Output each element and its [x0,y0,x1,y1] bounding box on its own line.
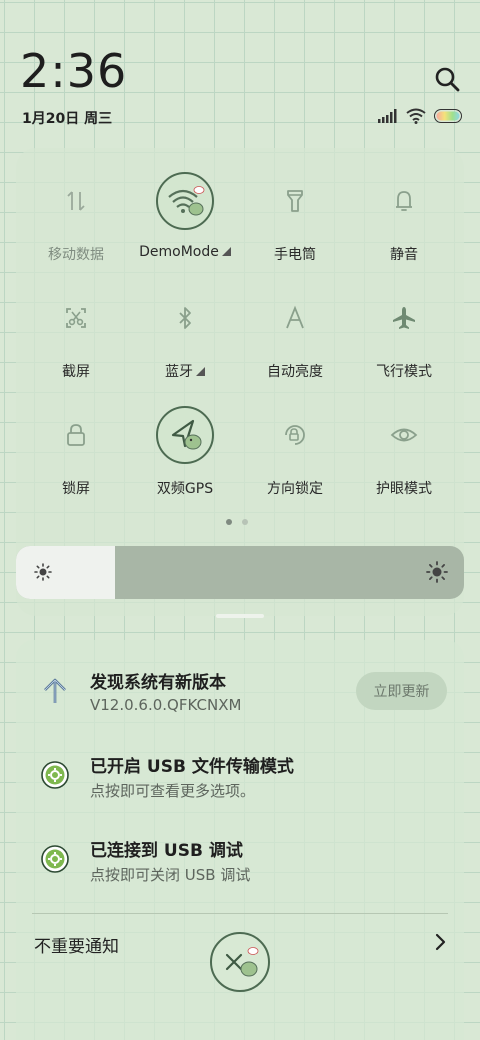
tile-label: 移动数据 [48,247,104,263]
search-icon [435,67,460,92]
tile-label: 飞行模式 [376,364,432,380]
flashlight-icon [287,190,303,212]
notification-subtitle: 点按即可关闭 USB 调试 [90,866,251,884]
clock: 2:36 [20,44,128,98]
eye-icon [390,428,418,442]
screenshot-icon [66,308,86,328]
notification-usb-debugging[interactable]: 已连接到 USB 调试 点按即可关闭 USB 调试 [16,832,456,892]
battery-icon [434,109,462,123]
wifi-icon [406,108,426,124]
notification-title: 已开启 USB 文件传输模式 [90,757,294,777]
menu-triangle-icon [221,247,231,256]
tile-mute[interactable]: 静音 [349,172,459,264]
bell-icon [396,191,412,211]
tile-auto-brightness[interactable]: 自动亮度 [240,289,350,381]
auto-brightness-icon [286,305,304,329]
tile-label: 蓝牙 [130,361,240,381]
page-dot [242,519,248,525]
notification-subtitle: 点按即可查看更多选项。 [90,782,256,800]
tile-label: DemoMode [130,244,240,260]
system-status-icons [378,108,462,124]
tile-flashlight[interactable]: 手电筒 [240,172,350,264]
drag-handle[interactable] [216,614,264,618]
tile-label: 锁屏 [62,481,90,497]
android-settings-icon [41,845,69,873]
tile-mobile-data[interactable]: 移动数据 [21,172,131,264]
brightness-slider[interactable] [16,546,464,599]
tile-eye-care[interactable]: 护眼模式 [349,406,459,498]
mobile-data-icon [67,191,85,211]
notification-subtitle: V12.0.6.0.QFKCNXM [90,696,242,714]
tile-rotation-lock[interactable]: 方向锁定 [240,406,350,498]
tile-label: 方向锁定 [267,481,323,497]
update-now-button[interactable]: 立即更新 [356,672,447,710]
sun-small-icon [34,563,52,581]
signal-icon [378,109,397,123]
tile-dual-gps[interactable]: 双频GPS [130,406,240,498]
notification-usb-file-transfer[interactable]: 已开启 USB 文件传输模式 点按即可查看更多选项。 [16,748,456,808]
rotation-lock-icon [285,425,305,445]
tile-airplane-mode[interactable]: 飞行模式 [349,289,459,381]
tile-label: 自动亮度 [267,364,323,380]
sun-large-icon [426,561,448,583]
tile-demomode[interactable]: DemoMode [130,172,240,260]
brightness-fill [16,546,115,599]
tile-label: 截屏 [62,364,90,380]
tile-lock-screen[interactable]: 锁屏 [21,406,131,498]
tile-screenshot[interactable]: 截屏 [21,289,131,381]
unimportant-notifications-link[interactable]: 不重要通知 [34,932,119,957]
notification-title: 已连接到 USB 调试 [90,841,243,861]
tile-label: 双频GPS [156,481,214,497]
date: 1月20日 周三 [22,111,113,127]
tile-label: 手电筒 [274,247,316,263]
airplane-icon [393,307,415,329]
wifi-icon [168,186,205,216]
android-settings-icon [41,761,69,789]
search-button[interactable] [434,66,462,94]
close-icon [225,947,259,977]
tile-bluetooth[interactable]: 蓝牙 [130,289,240,381]
arrow-up-icon [44,678,66,703]
page-indicator [226,519,248,525]
notification-title: 发现系统有新版本 [90,673,226,693]
page-dot-active [226,519,232,525]
chevron-right-icon[interactable] [432,932,448,952]
bluetooth-icon [179,307,191,329]
menu-triangle-icon [196,367,205,376]
tile-label: 静音 [390,247,418,263]
clear-all-button[interactable] [210,932,270,992]
divider [32,913,448,914]
gps-icon [171,419,202,450]
lock-icon [67,424,85,446]
tile-label: 护眼模式 [376,481,432,497]
